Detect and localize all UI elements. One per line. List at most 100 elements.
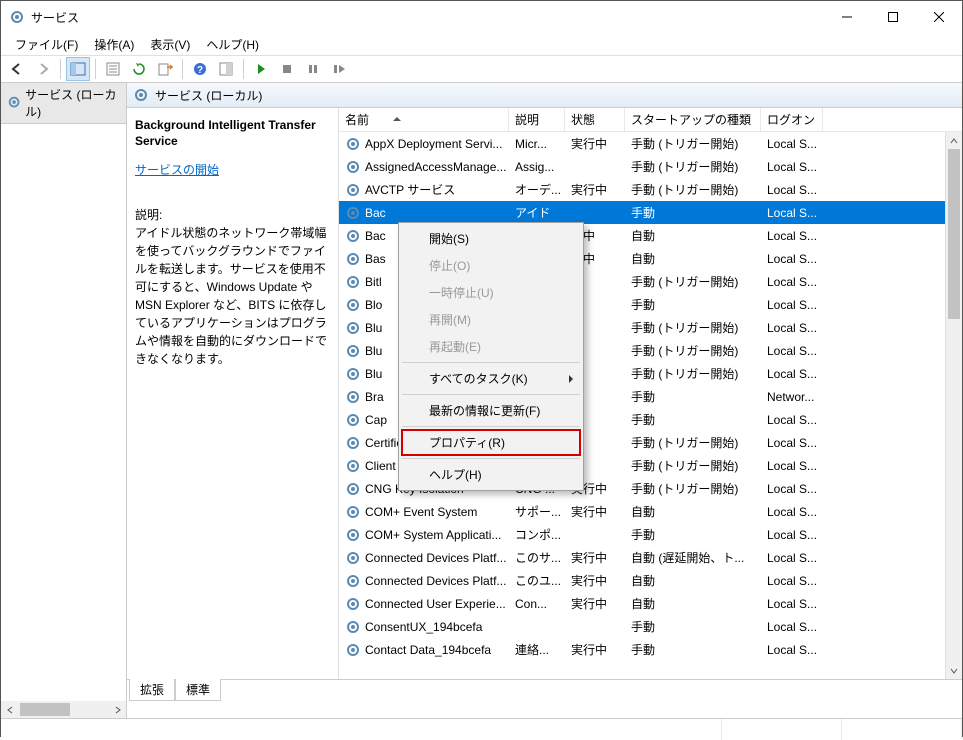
- ctx-properties[interactable]: プロパティ(R): [401, 429, 581, 456]
- service-row[interactable]: Contact Data_194bcefa連絡...実行中手動Local S..…: [339, 638, 962, 661]
- service-startup: 自動: [625, 503, 761, 520]
- service-status: 実行中: [565, 181, 625, 198]
- scroll-thumb[interactable]: [948, 149, 960, 319]
- col-name[interactable]: 名前: [339, 108, 509, 131]
- service-desc: 連絡...: [509, 641, 565, 658]
- menubar: ファイル(F) 操作(A) 表示(V) ヘルプ(H): [1, 33, 962, 55]
- gear-icon: [345, 182, 361, 198]
- service-startup: 手動: [625, 618, 761, 635]
- menu-action[interactable]: 操作(A): [86, 34, 142, 55]
- properties-button[interactable]: [101, 57, 125, 81]
- show-hide-tree-button[interactable]: [66, 57, 90, 81]
- service-restart-button[interactable]: [327, 57, 351, 81]
- tree-h-scrollbar[interactable]: [1, 701, 127, 718]
- service-row[interactable]: Connected User Experie...Con...実行中自動Loca…: [339, 592, 962, 615]
- service-logon: Local S...: [761, 206, 823, 220]
- action-pane-button[interactable]: [214, 57, 238, 81]
- col-logon[interactable]: ログオン: [761, 108, 823, 131]
- service-name: COM+ Event System: [365, 505, 477, 519]
- help-button[interactable]: ?: [188, 57, 212, 81]
- ctx-resume[interactable]: 再開(M): [401, 306, 581, 333]
- gear-icon: [345, 366, 361, 382]
- service-logon: Local S...: [761, 367, 823, 381]
- gear-icon: [345, 159, 361, 175]
- service-row[interactable]: AppX Deployment Servi...Micr...実行中手動 (トリ…: [339, 132, 962, 155]
- service-row[interactable]: Connected Devices Platf...このサ...実行中自動 (遅…: [339, 546, 962, 569]
- service-pause-button[interactable]: [301, 57, 325, 81]
- service-logon: Local S...: [761, 321, 823, 335]
- service-logon: Local S...: [761, 597, 823, 611]
- service-row[interactable]: COM+ System Applicati...コンポ...手動Local S.…: [339, 523, 962, 546]
- hscroll-left-button[interactable]: [1, 701, 18, 718]
- menu-view[interactable]: 表示(V): [142, 34, 198, 55]
- service-row[interactable]: Bacアイド手動Local S...: [339, 201, 962, 224]
- col-status[interactable]: 状態: [565, 108, 625, 131]
- service-logon: Local S...: [761, 275, 823, 289]
- gear-icon: [345, 573, 361, 589]
- maximize-button[interactable]: [870, 1, 916, 33]
- minimize-button[interactable]: [824, 1, 870, 33]
- scroll-up-button[interactable]: [946, 132, 962, 149]
- service-desc: コンポ...: [509, 526, 565, 543]
- service-logon: Local S...: [761, 551, 823, 565]
- menu-file[interactable]: ファイル(F): [7, 34, 86, 55]
- service-logon: Local S...: [761, 528, 823, 542]
- service-name: Blu: [365, 367, 382, 381]
- service-desc: オーデ...: [509, 181, 565, 198]
- service-name: Bitl: [365, 275, 382, 289]
- service-stop-button[interactable]: [275, 57, 299, 81]
- service-row[interactable]: AVCTP サービスオーデ...実行中手動 (トリガー開始)Local S...: [339, 178, 962, 201]
- service-row[interactable]: Connected Devices Platf...このユ...実行中自動Loc…: [339, 569, 962, 592]
- start-service-link[interactable]: サービスの開始: [135, 163, 219, 177]
- ctx-help[interactable]: ヘルプ(H): [401, 461, 581, 488]
- service-row[interactable]: AssignedAccessManage...Assig...手動 (トリガー開…: [339, 155, 962, 178]
- nav-back-button[interactable]: [5, 57, 29, 81]
- service-status: 実行中: [565, 572, 625, 589]
- service-name: Connected Devices Platf...: [365, 574, 506, 588]
- ctx-pause[interactable]: 一時停止(U): [401, 279, 581, 306]
- nav-forward-button[interactable]: [31, 57, 55, 81]
- export-button[interactable]: [153, 57, 177, 81]
- col-desc[interactable]: 説明: [509, 108, 565, 131]
- ctx-stop[interactable]: 停止(O): [401, 252, 581, 279]
- gear-icon: [345, 389, 361, 405]
- toolbar: ?: [1, 55, 962, 83]
- refresh-button[interactable]: [127, 57, 151, 81]
- ctx-refresh[interactable]: 最新の情報に更新(F): [401, 397, 581, 424]
- gear-icon: [345, 550, 361, 566]
- service-logon: Local S...: [761, 574, 823, 588]
- tree-root-services[interactable]: サービス (ローカル): [1, 83, 126, 124]
- service-row[interactable]: ConsentUX_194bcefa手動Local S...: [339, 615, 962, 638]
- tab-standard[interactable]: 標準: [175, 679, 221, 701]
- service-status: 実行中: [565, 503, 625, 520]
- scroll-down-button[interactable]: [946, 662, 962, 679]
- hscroll-right-button[interactable]: [109, 701, 126, 718]
- ctx-restart[interactable]: 再起動(E): [401, 333, 581, 360]
- window-controls: [824, 1, 962, 33]
- tab-extended[interactable]: 拡張: [129, 679, 175, 701]
- gear-icon: [345, 228, 361, 244]
- gear-icon: [345, 274, 361, 290]
- gear-icon: [345, 435, 361, 451]
- menu-help[interactable]: ヘルプ(H): [198, 34, 267, 55]
- service-logon: Local S...: [761, 482, 823, 496]
- hscroll-thumb[interactable]: [20, 703, 70, 716]
- service-start-button[interactable]: [249, 57, 273, 81]
- gear-icon: [345, 527, 361, 543]
- service-name: Bra: [365, 390, 384, 404]
- col-startup[interactable]: スタートアップの種類: [625, 108, 761, 131]
- service-row[interactable]: COM+ Event Systemサポー...実行中自動Local S...: [339, 500, 962, 523]
- description-panel: Background Intelligent Transfer Service …: [127, 108, 339, 679]
- service-name: AVCTP サービス: [365, 181, 455, 198]
- ctx-sep: [402, 394, 580, 395]
- desc-body: アイドル状態のネットワーク帯域幅を使ってバックグラウンドでファイルを転送します。…: [135, 224, 330, 368]
- ctx-all-tasks[interactable]: すべてのタスク(K): [401, 365, 581, 392]
- vertical-scrollbar[interactable]: [945, 132, 962, 679]
- service-logon: Local S...: [761, 505, 823, 519]
- close-button[interactable]: [916, 1, 962, 33]
- desc-title: Background Intelligent Transfer Service: [135, 118, 330, 149]
- service-startup: 手動: [625, 411, 761, 428]
- ctx-start[interactable]: 開始(S): [401, 225, 581, 252]
- service-startup: 手動 (トリガー開始): [625, 457, 761, 474]
- service-logon: Local S...: [761, 298, 823, 312]
